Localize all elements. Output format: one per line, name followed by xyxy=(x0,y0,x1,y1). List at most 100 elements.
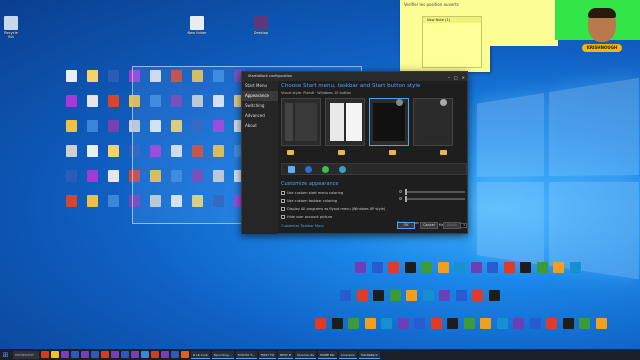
start-button-orb-teal-icon[interactable] xyxy=(339,165,346,173)
desktop-app-icon[interactable] xyxy=(480,318,491,329)
desktop-app-icon[interactable] xyxy=(371,262,383,273)
desktop-app-icon[interactable] xyxy=(470,262,482,273)
nav-start-menu[interactable]: Start Menu xyxy=(242,81,278,91)
desktop-file-icon[interactable] xyxy=(66,95,77,107)
desktop-file-icon[interactable] xyxy=(87,195,98,207)
taskbar-app-icon[interactable] xyxy=(111,351,119,358)
desktop-file-icon[interactable] xyxy=(66,170,77,182)
desktop-app-icon[interactable] xyxy=(364,318,376,329)
taskbar-app-icon[interactable] xyxy=(41,351,49,358)
desktop-app-icon[interactable] xyxy=(454,262,465,273)
start-button-windows-icon[interactable] xyxy=(288,165,295,173)
desktop-file-icon[interactable] xyxy=(87,170,98,182)
taskbar-task-button[interactable]: HOME Par xyxy=(317,350,337,359)
desktop-app-icon[interactable] xyxy=(404,262,416,273)
checkbox[interactable] xyxy=(281,207,285,211)
option-custom-taskbar-color[interactable]: Use custom taskbar coloring xyxy=(281,197,391,205)
desktop-app-icon[interactable] xyxy=(569,262,581,273)
taskbar-app-icon[interactable] xyxy=(51,351,59,358)
desktop-app-icon[interactable] xyxy=(422,290,434,301)
desktop-app-icon[interactable] xyxy=(447,318,458,329)
desktop-app-icon[interactable] xyxy=(439,290,450,301)
desktop-app-icon[interactable] xyxy=(488,290,500,301)
slider-knob[interactable] xyxy=(405,188,407,195)
desktop-file-icon[interactable] xyxy=(66,120,77,132)
taskbar-search[interactable]: rechercher xyxy=(13,350,39,359)
style-card-windows10-dark[interactable] xyxy=(369,98,409,146)
desktop-file-icon[interactable] xyxy=(108,170,119,182)
desktop-file-icon[interactable] xyxy=(108,120,119,132)
desktop-app-icon[interactable] xyxy=(389,290,401,301)
desktop-app-icon[interactable] xyxy=(348,318,359,329)
desktop-app-icon[interactable] xyxy=(455,290,467,301)
nav-advanced[interactable]: Advanced xyxy=(242,111,278,121)
file-icon[interactable] xyxy=(190,16,204,30)
note-window[interactable]: New Note (1) xyxy=(422,16,482,68)
taskbar-color-slider[interactable] xyxy=(399,195,465,202)
desktop-app-icon[interactable] xyxy=(406,290,417,301)
desktop-app-icon[interactable] xyxy=(503,262,515,273)
style-card-windows7[interactable] xyxy=(281,98,321,146)
start-button-orb-blue-icon[interactable] xyxy=(305,165,312,173)
checkbox[interactable] xyxy=(281,191,285,195)
taskbar-app-icon[interactable] xyxy=(171,351,179,358)
desktop-file-icon[interactable] xyxy=(108,95,119,107)
taskbar-task-button[interactable]: FIRST TO xyxy=(258,350,277,359)
config-window[interactable]: StartIsBack configuration – □ ✕ Start Me… xyxy=(241,71,468,234)
desktop-file-icon[interactable] xyxy=(66,145,77,157)
taskbar-app-icon[interactable] xyxy=(91,351,99,358)
desktop-app-icon[interactable] xyxy=(595,318,607,329)
taskbar-task-button[interactable]: BEST B xyxy=(278,350,293,359)
desktop-file-icon[interactable] xyxy=(108,145,119,157)
desktop-file-icon[interactable] xyxy=(108,70,119,82)
slider-track[interactable] xyxy=(405,195,465,202)
taskbar-task-button[interactable]: TOYOTA T... xyxy=(235,350,257,359)
taskbar-app-icon[interactable] xyxy=(61,351,69,358)
desktop-app-icon[interactable] xyxy=(340,290,351,301)
taskbar-app-icon[interactable] xyxy=(151,351,159,358)
desktop-app-icon[interactable] xyxy=(579,318,590,329)
desktop-app-icon[interactable] xyxy=(356,290,368,301)
desktop-app-icon[interactable] xyxy=(397,318,409,329)
cancel-button[interactable]: Cancel xyxy=(420,222,438,229)
desktop-app-icon[interactable] xyxy=(437,262,449,273)
desktop-app-icon[interactable] xyxy=(536,262,548,273)
checkbox[interactable] xyxy=(281,199,285,203)
desktop-app-icon[interactable] xyxy=(496,318,508,329)
desktop-app-icon[interactable] xyxy=(463,318,475,329)
desktop-app-icon[interactable] xyxy=(553,262,564,273)
style-card-windows8[interactable] xyxy=(325,98,365,146)
taskbar-app-icon[interactable] xyxy=(161,351,169,358)
taskbar-app-icon[interactable] xyxy=(181,351,189,358)
desktop-app-icon[interactable] xyxy=(529,318,541,329)
desktop-app-icon[interactable] xyxy=(421,262,432,273)
app-icon[interactable] xyxy=(254,16,268,30)
taskbar-app-icon[interactable] xyxy=(71,351,79,358)
nav-switching[interactable]: Switching xyxy=(242,101,278,111)
desktop-app-icon[interactable] xyxy=(513,318,524,329)
slider-knob[interactable] xyxy=(405,195,407,202)
option-hide-user-picture[interactable]: Hide user account picture xyxy=(281,213,391,221)
taskbar-app-icon[interactable] xyxy=(121,351,129,358)
sticky-note-secondary[interactable] xyxy=(488,0,558,46)
slider-track[interactable] xyxy=(405,188,465,195)
desktop-app-icon[interactable] xyxy=(355,262,366,273)
desktop-file-icon[interactable] xyxy=(87,95,98,107)
desktop-app-icon[interactable] xyxy=(414,318,425,329)
start-color-slider[interactable] xyxy=(399,188,465,195)
desktop-app-icon[interactable] xyxy=(381,318,392,329)
taskbar-app-icon[interactable] xyxy=(131,351,139,358)
desktop-app-icon[interactable] xyxy=(315,318,326,329)
customize-link[interactable]: Customize Taskbar More xyxy=(281,224,324,228)
taskbar-app-icon[interactable] xyxy=(101,351,109,358)
nav-about[interactable]: About xyxy=(242,121,278,131)
taskbar-task-button[interactable]: Chrome dis xyxy=(294,350,316,359)
apply-button[interactable]: Apply xyxy=(443,222,461,229)
desktop-file-icon[interactable] xyxy=(66,195,77,207)
ok-button[interactable]: OK xyxy=(397,222,415,229)
taskbar-task-button[interactable]: StartIsBack xyxy=(358,350,380,359)
taskbar-app-icon[interactable] xyxy=(81,351,89,358)
desktop-app-icon[interactable] xyxy=(562,318,574,329)
desktop-app-icon[interactable] xyxy=(373,290,384,301)
style-card-windows10-light[interactable] xyxy=(413,98,453,146)
